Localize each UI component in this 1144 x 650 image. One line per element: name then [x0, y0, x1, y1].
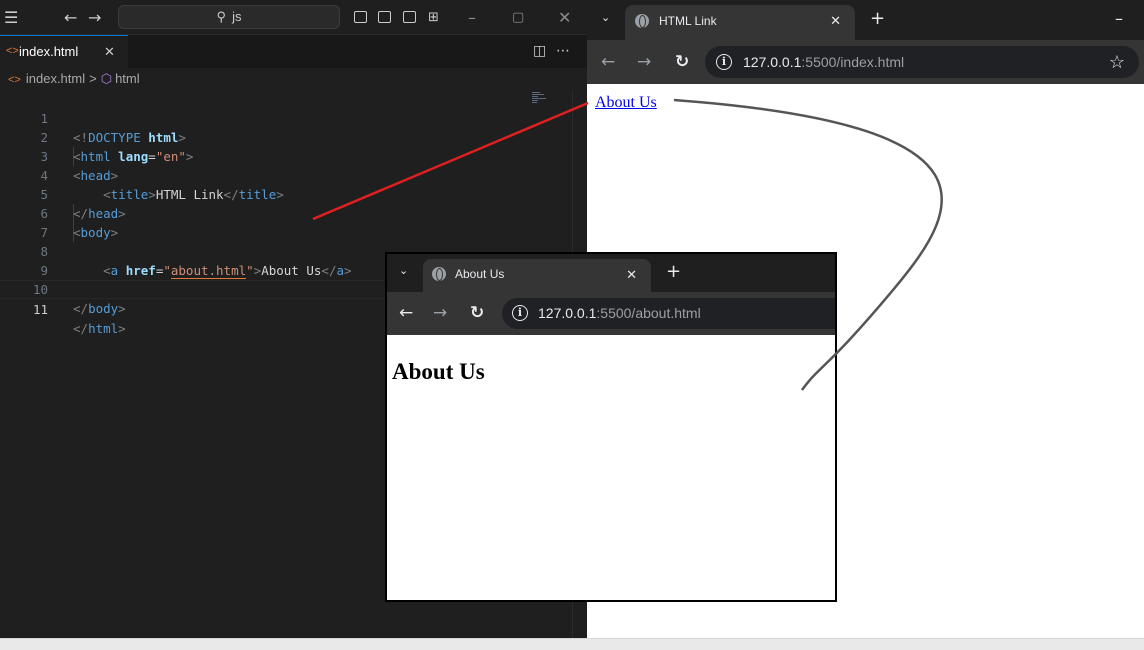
- url-host: 127.0.0.1: [743, 54, 802, 70]
- vscode-titlebar: ☰ ← → ⚲ js ⊞ – ▢ ✕: [0, 0, 587, 35]
- breadcrumb: <> index.html > ⬡ html: [0, 68, 587, 90]
- close-icon[interactable]: ✕: [558, 0, 571, 35]
- forward-arrow-icon[interactable]: →: [637, 40, 651, 84]
- search-text: js: [232, 9, 242, 24]
- code-text: </body>: [73, 301, 126, 316]
- toggle-secondary-sidebar-icon[interactable]: [403, 11, 416, 23]
- page-heading: About Us: [392, 359, 485, 384]
- command-center-search[interactable]: ⚲ js: [118, 5, 340, 29]
- tab-close-icon[interactable]: ✕: [626, 259, 637, 290]
- reload-icon[interactable]: ↻: [470, 292, 484, 335]
- url-path: :5500/about.html: [596, 305, 701, 321]
- html-file-icon: <>: [6, 45, 19, 57]
- tab-title: About Us: [455, 267, 505, 281]
- browser-toolbar: ← → ↻ i 127.0.0.1:5500/index.html ☆: [587, 40, 1144, 84]
- back-arrow-icon[interactable]: ←: [64, 0, 77, 35]
- browser-window-about: ⌄ About Us ✕ + ← → ↻ i 127.0.0.1:5500/ab…: [385, 252, 837, 602]
- code-line: 5 </head>: [0, 166, 572, 221]
- new-tab-button[interactable]: +: [666, 261, 681, 282]
- dropdown-chevron-icon[interactable]: ⌄: [601, 11, 610, 24]
- tab-label: index.html: [19, 44, 79, 59]
- info-icon[interactable]: i: [716, 54, 732, 70]
- forward-arrow-icon[interactable]: →: [88, 0, 101, 35]
- browser-tab-html-link[interactable]: HTML Link ✕: [625, 5, 855, 40]
- code-text: </html>: [73, 321, 126, 336]
- html-file-icon: <>: [8, 74, 21, 86]
- reload-icon[interactable]: ↻: [675, 40, 689, 84]
- breadcrumb-file[interactable]: index.html: [26, 71, 85, 86]
- code-line: 1 <!DOCTYPE html>: [0, 90, 572, 145]
- customize-layout-icon[interactable]: ⊞: [428, 0, 439, 35]
- back-arrow-icon[interactable]: ←: [399, 292, 413, 335]
- globe-icon: [432, 267, 446, 281]
- tab-title: HTML Link: [659, 14, 717, 28]
- split-editor-icon[interactable]: ◫: [533, 35, 546, 68]
- tab-index-html[interactable]: <> index.html ✕: [0, 35, 128, 68]
- minimize-icon[interactable]: –: [468, 0, 476, 35]
- code-line: 4 <title>HTML Link</title>: [0, 147, 572, 202]
- symbol-icon: ⬡: [100, 71, 113, 86]
- toggle-panel-icon[interactable]: [378, 11, 391, 23]
- url-host: 127.0.0.1: [538, 305, 597, 321]
- toggle-sidebar-icon[interactable]: [354, 11, 367, 23]
- globe-icon: [635, 14, 649, 28]
- code-line: 2 <html lang="en">: [0, 109, 572, 164]
- info-icon[interactable]: i: [512, 305, 528, 321]
- star-icon[interactable]: ☆: [1109, 46, 1125, 78]
- search-icon: ⚲: [216, 9, 227, 24]
- taskbar: [0, 638, 1144, 650]
- url-path: :5500/index.html: [801, 54, 905, 70]
- code-line: 6 <body>: [0, 185, 572, 240]
- tab-strip: ⌄ HTML Link ✕ + –: [587, 0, 1144, 40]
- dropdown-chevron-icon[interactable]: ⌄: [399, 264, 408, 277]
- address-bar[interactable]: i 127.0.0.1:5500/about.html: [502, 298, 835, 329]
- page-content: About Us: [387, 337, 835, 600]
- back-arrow-icon[interactable]: ←: [601, 40, 615, 84]
- tab-strip: ⌄ About Us ✕ +: [387, 254, 835, 292]
- browser-tab-about-us[interactable]: About Us ✕: [423, 259, 651, 292]
- line-number: 11: [32, 302, 48, 317]
- menu-icon[interactable]: ☰: [4, 0, 18, 35]
- code-line: 3 <head>: [0, 128, 572, 183]
- browser-toolbar: ← → ↻ i 127.0.0.1:5500/about.html: [387, 292, 835, 335]
- breadcrumb-symbol[interactable]: html: [115, 71, 140, 86]
- breadcrumb-separator: >: [89, 71, 97, 86]
- about-us-link[interactable]: About Us: [595, 94, 657, 112]
- new-tab-button[interactable]: +: [870, 8, 885, 29]
- address-bar[interactable]: i 127.0.0.1:5500/index.html ☆: [705, 46, 1139, 78]
- code-line: 8 <a href="about.html">About Us</a>: [0, 223, 572, 279]
- maximize-icon[interactable]: ▢: [512, 0, 524, 35]
- forward-arrow-icon[interactable]: →: [433, 292, 447, 335]
- tab-close-icon[interactable]: ✕: [830, 5, 841, 37]
- browser-window-frame: ⌄ About Us ✕ + ← → ↻ i 127.0.0.1:5500/ab…: [387, 254, 835, 600]
- more-icon[interactable]: ⋯: [556, 35, 570, 68]
- code-line: 7: [0, 204, 572, 240]
- editor-tab-bar: <> index.html ✕ ◫ ⋯: [0, 35, 587, 68]
- minimize-button[interactable]: –: [1115, 9, 1123, 28]
- tab-close-icon[interactable]: ✕: [104, 36, 115, 67]
